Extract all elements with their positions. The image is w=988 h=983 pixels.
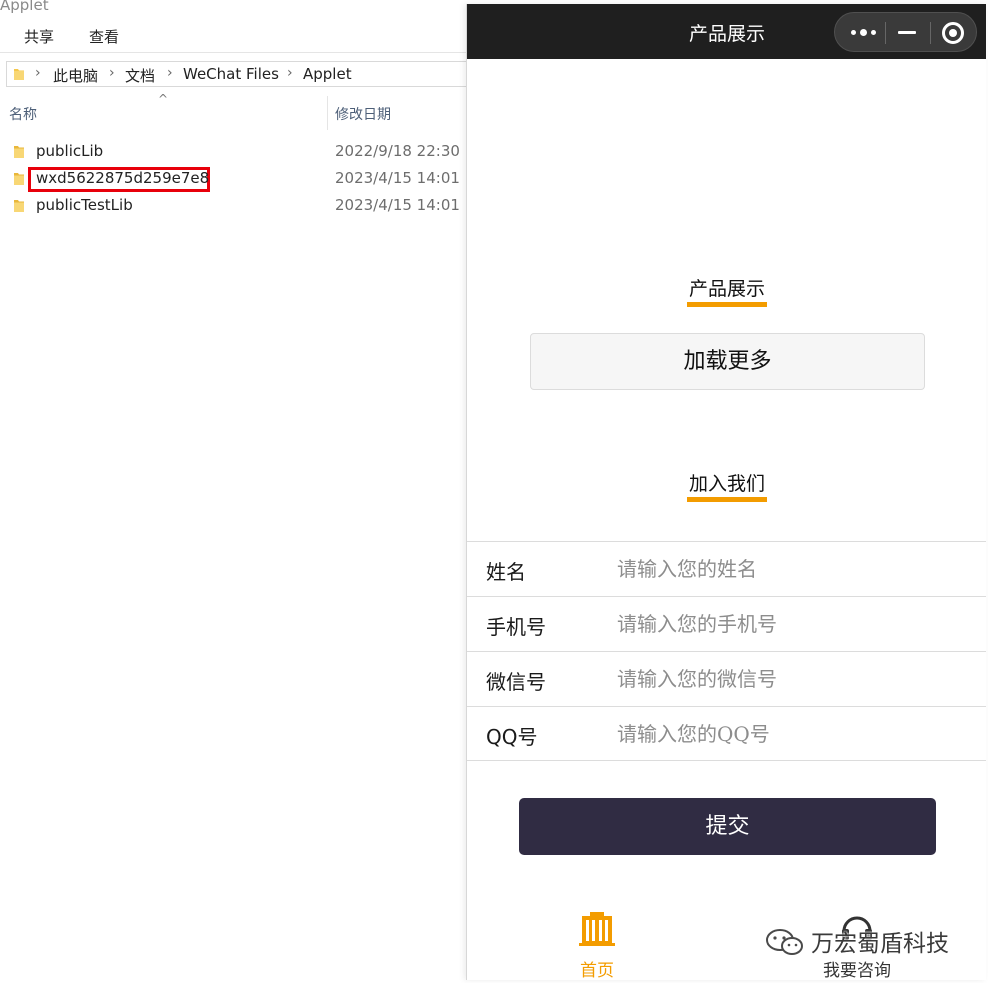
tab-home[interactable]: 首页: [532, 899, 662, 980]
file-name: publicTestLib: [36, 196, 133, 214]
file-row[interactable]: publicLib 2022/9/18 22:30: [0, 140, 470, 166]
breadcrumb-documents[interactable]: 文档: [125, 65, 155, 86]
folder-icon: [14, 173, 24, 185]
qq-label: QQ号: [486, 725, 538, 749]
file-row-highlighted[interactable]: wxd5622875d259e7e8 2023/4/15 14:01: [0, 167, 470, 193]
name-input[interactable]: [617, 551, 957, 587]
column-divider[interactable]: [327, 96, 328, 130]
address-bar[interactable]: › 此电脑 › 文档 › WeChat Files › Applet: [6, 61, 476, 87]
submit-button[interactable]: 提交: [519, 798, 936, 855]
file-name: publicLib: [36, 142, 104, 160]
wechat-label: 微信号: [486, 670, 546, 694]
folder-icon: [14, 69, 24, 80]
column-header-date[interactable]: 修改日期: [335, 104, 391, 124]
load-more-button[interactable]: 加载更多: [530, 333, 925, 390]
ribbon-tabs: 共享 查看: [0, 22, 470, 52]
chevron-right-icon: ›: [109, 65, 115, 81]
name-label: 姓名: [486, 560, 526, 584]
file-date: 2023/4/15 14:01: [335, 169, 460, 187]
chevron-right-icon: ›: [35, 65, 41, 81]
form-row-name: 姓名: [467, 541, 986, 596]
miniprogram-simulator: 产品展示 产品展示 加载更多 加入我们 姓名 手机号 微信号 QQ号: [466, 4, 986, 980]
ribbon-divider: [0, 52, 470, 53]
watermark-text: 万宏蜀盾科技: [811, 931, 949, 957]
file-name: wxd5622875d259e7e8: [36, 169, 210, 187]
capsule-menu: [834, 12, 977, 52]
breadcrumb-this-pc[interactable]: 此电脑: [53, 65, 98, 86]
breadcrumb-wechat-files[interactable]: WeChat Files: [183, 65, 279, 83]
form-row-qq: QQ号: [467, 706, 986, 761]
chevron-right-icon: ›: [287, 65, 293, 81]
more-dots-icon[interactable]: [851, 25, 877, 39]
file-row[interactable]: publicTestLib 2023/4/15 14:01: [0, 194, 470, 220]
section-underline: [687, 302, 767, 307]
file-date: 2023/4/15 14:01: [335, 196, 460, 214]
chevron-right-icon: ›: [167, 65, 173, 81]
section-underline: [687, 497, 767, 502]
breadcrumb-applet[interactable]: Applet: [303, 65, 352, 83]
wechat-input[interactable]: [617, 661, 957, 697]
navigation-bar: 产品展示: [467, 4, 986, 59]
tab-home-label: 首页: [580, 961, 614, 980]
capsule-divider: [885, 22, 886, 44]
join-section-title: 加入我们: [688, 473, 765, 495]
folder-icon: [14, 200, 24, 212]
form-row-phone: 手机号: [467, 596, 986, 651]
ribbon-tab-view[interactable]: 查看: [89, 26, 119, 47]
file-date: 2022/9/18 22:30: [335, 142, 460, 160]
folder-icon: [14, 146, 24, 158]
phone-input[interactable]: [617, 606, 957, 642]
close-target-icon[interactable]: [942, 22, 964, 44]
sort-ascending-icon: ^: [158, 92, 169, 106]
wechat-watermark: 万宏蜀盾科技: [765, 922, 965, 962]
window-title: Applet: [0, 0, 49, 14]
ribbon-tab-share[interactable]: 共享: [24, 26, 54, 47]
capsule-divider: [930, 22, 931, 44]
phone-label: 手机号: [486, 615, 546, 639]
form-row-wechat: 微信号: [467, 651, 986, 706]
products-section-title: 产品展示: [688, 278, 765, 300]
minimize-icon[interactable]: [898, 31, 916, 34]
building-icon: [579, 912, 615, 946]
wechat-logo-icon: [766, 929, 803, 955]
column-header-name[interactable]: 名称: [9, 104, 37, 124]
qq-input[interactable]: [617, 716, 957, 752]
